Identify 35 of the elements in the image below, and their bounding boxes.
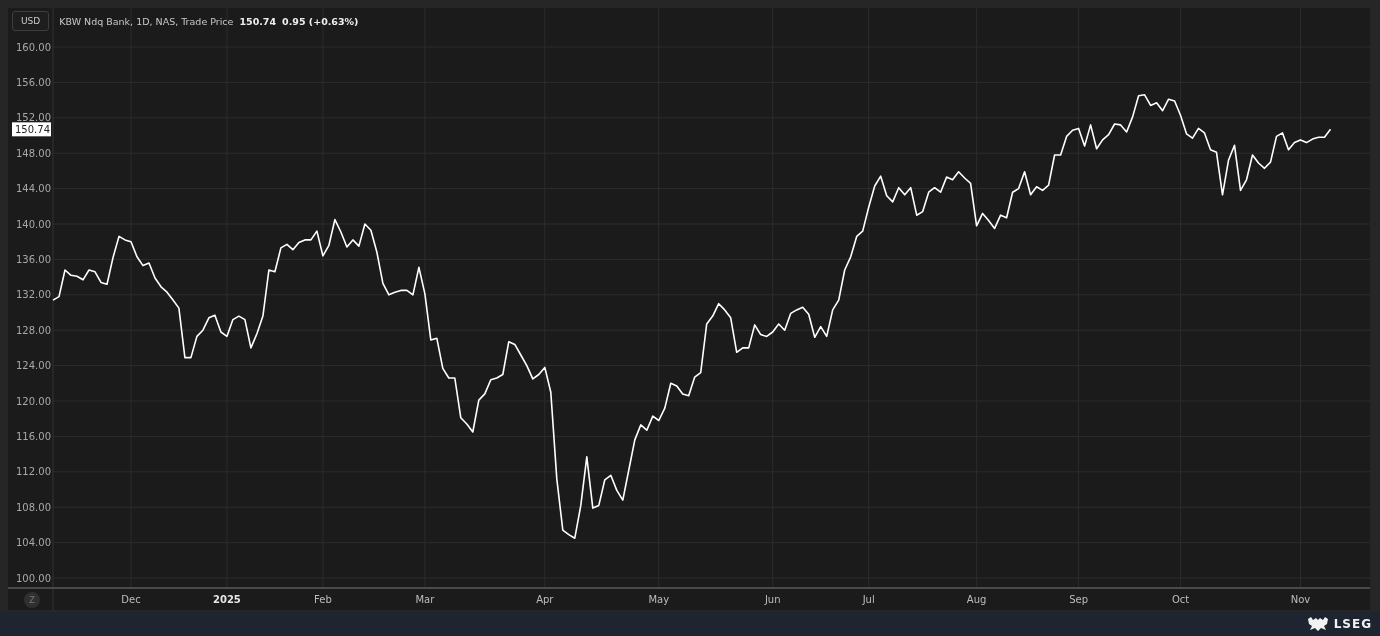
axis-label: 132.00 <box>16 289 51 301</box>
price-marker: 150.74 <box>12 122 51 137</box>
instrument-title: KBW Ndq Bank, 1D, NAS, Trade Price <box>59 15 234 27</box>
axis-label: Dec <box>121 594 141 605</box>
axis-label: 152.00 <box>16 112 51 124</box>
axis-label: Jun <box>764 594 781 605</box>
axis-label: Jul <box>862 594 875 605</box>
axis-label: 128.00 <box>16 324 51 336</box>
axis-label: 136.00 <box>16 253 51 265</box>
axis-label: May <box>648 594 670 605</box>
axis-label: Apr <box>536 594 554 605</box>
axis-label: 140.00 <box>16 218 51 230</box>
axis-label: 156.00 <box>16 76 51 88</box>
axis-label: 116.00 <box>16 430 51 442</box>
axis-label: Aug <box>966 594 987 605</box>
crest-icon <box>1306 617 1329 631</box>
axis-label: 160.00 <box>16 41 51 53</box>
axis-label: Feb <box>314 594 332 605</box>
axis-label: Sep <box>1069 594 1088 605</box>
axis-label: Oct <box>1171 594 1190 605</box>
axis-label: 148.00 <box>16 147 51 159</box>
price-change: 0.95 (+0.63%) <box>282 15 359 27</box>
axis-label: 2025 <box>213 594 241 605</box>
axis-label: Nov <box>1290 594 1311 605</box>
axis-label: 104.00 <box>16 537 51 549</box>
axis-label: 144.00 <box>16 183 51 195</box>
last-price: 150.74 <box>239 15 277 27</box>
axis-label: 108.00 <box>16 501 51 513</box>
axis-label: 100.00 <box>16 572 51 584</box>
brand-logo: LSEG <box>1333 617 1372 631</box>
axis-label: 124.00 <box>16 360 51 372</box>
axis-label: 120.00 <box>16 395 51 407</box>
axis-label: Mar <box>415 594 435 605</box>
axis-label: 112.00 <box>16 466 51 478</box>
currency-button[interactable]: USD <box>12 11 50 31</box>
